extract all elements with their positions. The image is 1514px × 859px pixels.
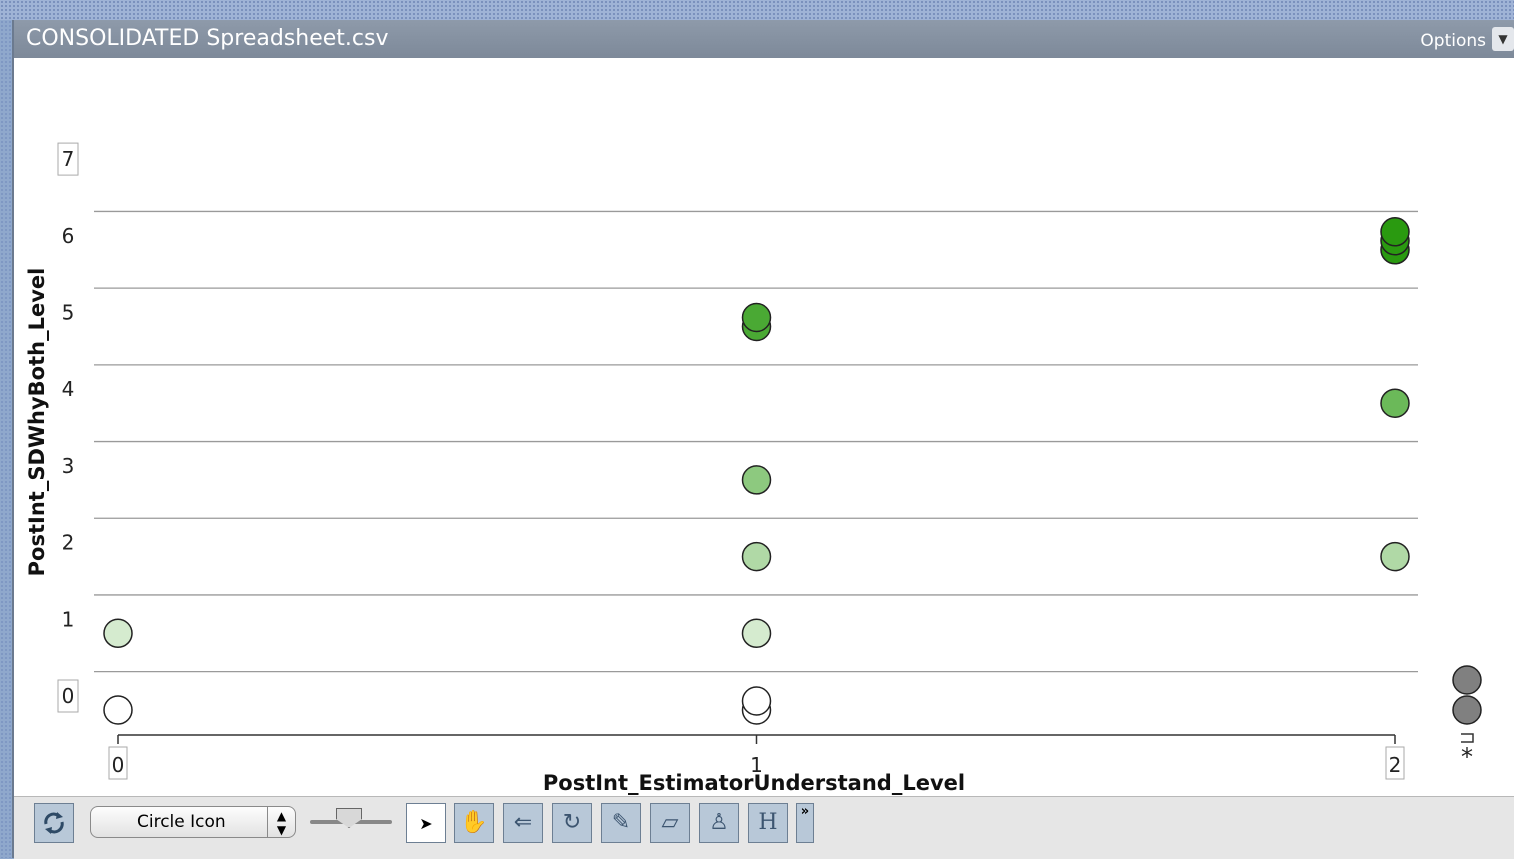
hat-icon: H	[758, 810, 778, 835]
data-point[interactable]	[1380, 388, 1410, 418]
y-tick-label: 0	[62, 684, 75, 708]
missing-bracket	[1461, 733, 1474, 743]
data-point[interactable]	[741, 541, 772, 572]
data-point[interactable]	[1380, 217, 1410, 247]
icon-type-value: Circle Icon	[137, 812, 226, 832]
options-dropdown-icon[interactable]: ▼	[1492, 27, 1514, 51]
scatter-plot[interactable]: 0 1 201234567PostInt_EstimatorUnderstand_L…	[14, 58, 1514, 796]
data-point[interactable]	[741, 302, 772, 333]
x-tick-label: 0	[112, 753, 125, 777]
icon-type-select[interactable]: Circle Icon ▲ ▼	[90, 806, 296, 838]
pencil-tool-button[interactable]: ✎	[601, 803, 641, 843]
graph-window: CONSOLIDATED Spreadsheet.csv Options ▼ 0…	[12, 20, 1514, 859]
x-axis-label: PostInt_EstimatorUnderstand_Level	[543, 771, 965, 795]
hand-tool-button[interactable]: ✋	[454, 803, 494, 843]
y-tick-label: 1	[62, 607, 75, 631]
y-tick-label: 7	[62, 147, 75, 171]
y-tick-label: 5	[62, 301, 75, 325]
data-point[interactable]	[741, 618, 772, 649]
arrow-select-icon: ➤	[419, 814, 433, 833]
graph-toolbar: Circle Icon ▲ ▼ ➤ ✋ ⇐ ↻ ✎ ▱ ♙ H »	[14, 796, 1514, 859]
pencil-icon: ✎	[611, 810, 631, 835]
add-point-button[interactable]: ↻	[552, 803, 592, 843]
x-tick-label: 2	[1389, 753, 1402, 777]
brush-tool-button[interactable]: ♙	[699, 803, 739, 843]
hat-tool-button[interactable]: H	[748, 803, 788, 843]
select-tool-button[interactable]: ➤	[406, 803, 446, 843]
plot-area[interactable]: 0 1 2 0 1 2 3 4 5 6 7 PostInt_EstimatorUnderstand_L…	[14, 58, 1514, 796]
refresh-button[interactable]	[34, 803, 74, 843]
missing-label: *	[1461, 743, 1473, 771]
y-axis-label: PostInt_SDWhyBoth_Level	[25, 268, 49, 577]
data-point[interactable]	[741, 465, 772, 495]
missing-data-point[interactable]	[1452, 695, 1482, 725]
desktop-strip-left	[0, 20, 12, 858]
title-bar[interactable]: CONSOLIDATED Spreadsheet.csv Options ▼	[14, 20, 1514, 58]
add-point-icon: ↻	[562, 810, 582, 835]
more-tools-button[interactable]: »	[796, 803, 814, 843]
eraser-icon: ▱	[661, 810, 679, 835]
desktop-strip	[0, 0, 1514, 20]
select-stepper-icon[interactable]: ▲ ▼	[267, 807, 295, 837]
eraser-tool-button[interactable]: ▱	[650, 803, 690, 843]
back-arrow-icon: ⇐	[513, 810, 533, 835]
y-tick-label: 3	[62, 454, 75, 478]
hand-icon: ✋	[460, 810, 488, 835]
data-point[interactable]	[103, 618, 133, 649]
refresh-icon	[44, 812, 64, 834]
data-point[interactable]	[741, 686, 772, 716]
options-menu-label[interactable]: Options	[1420, 31, 1486, 51]
data-point[interactable]	[1380, 541, 1410, 572]
window-title: CONSOLIDATED Spreadsheet.csv	[26, 26, 389, 51]
brush-icon: ♙	[709, 810, 729, 835]
data-point[interactable]	[103, 695, 133, 725]
back-tool-button[interactable]: ⇐	[503, 803, 543, 843]
missing-data-point[interactable]	[1452, 665, 1482, 695]
point-size-slider-thumb[interactable]	[336, 808, 362, 828]
y-tick-label: 4	[62, 377, 75, 401]
y-tick-label: 6	[62, 224, 75, 248]
y-tick-label: 2	[62, 531, 75, 555]
